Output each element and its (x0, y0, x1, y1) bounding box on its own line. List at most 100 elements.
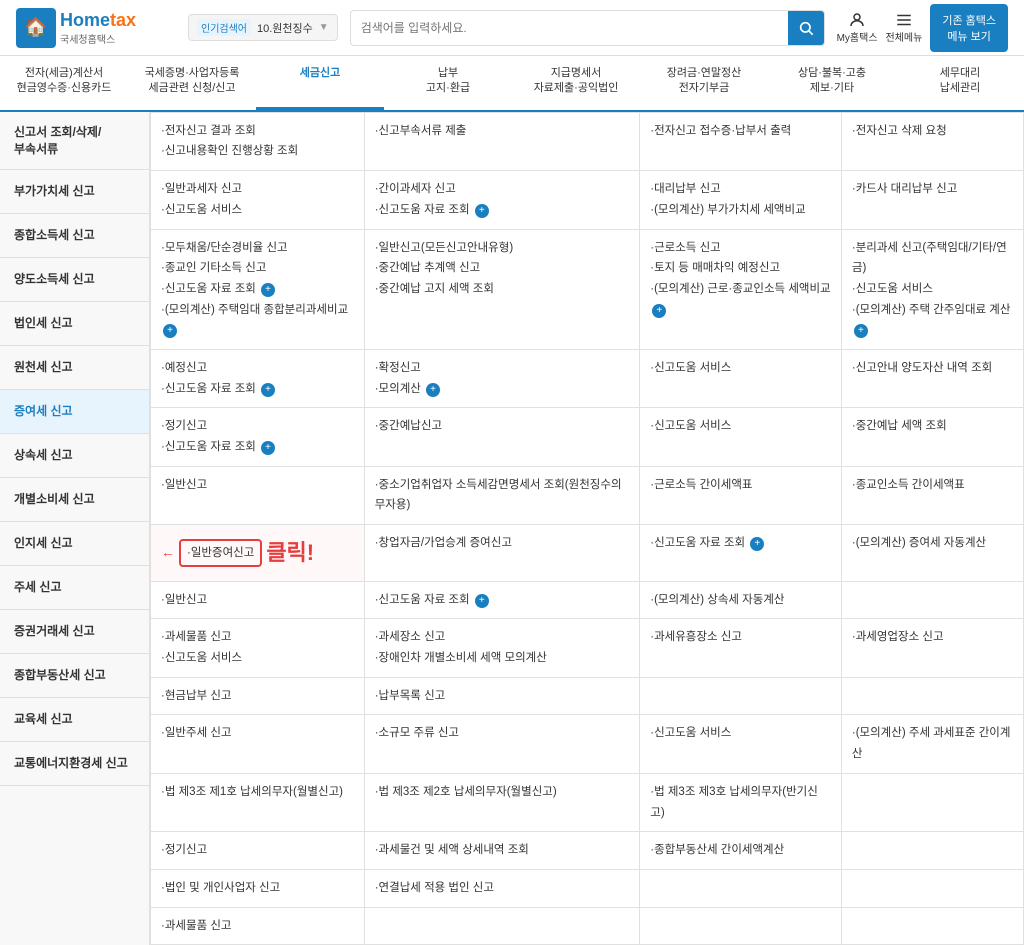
sidebar-item-transfer[interactable]: 양도소득세 신고 (0, 258, 149, 302)
link[interactable]: ·신고도움 서비스 (161, 648, 354, 669)
link[interactable]: ·법 제3조 제1호 납세의무자(월별신고) (161, 782, 354, 803)
tab-year-end[interactable]: 장려금·연말정산전자기부금 (640, 56, 768, 110)
link[interactable]: ·법인 및 개인사업자 신고 (161, 878, 354, 899)
link[interactable]: ·분리과세 신고(주택임대/기타/연금) (852, 238, 1013, 279)
link[interactable]: ·중간예납 추계액 신고 (375, 258, 630, 279)
link[interactable]: ·중간예납 고지 세액 조회 (375, 279, 630, 300)
link[interactable]: ·과세영업장소 신고 (852, 627, 1013, 648)
link[interactable]: ·일반신고(모든신고안내유형) (375, 238, 630, 259)
link[interactable]: ·종합부동산세 간이세액계산 (650, 840, 831, 861)
sidebar-item-vat[interactable]: 부가가치세 신고 (0, 170, 149, 214)
link[interactable]: ·신고도움 서비스 (161, 200, 354, 221)
plus-icon[interactable]: + (475, 594, 489, 608)
link[interactable]: ·창업자금/가업승계 증여신고 (375, 533, 630, 554)
link[interactable]: ·장애인차 개별소비세 세액 모의계산 (375, 648, 630, 669)
link[interactable]: ·신고도움 서비스 (650, 416, 831, 437)
search-input[interactable] (351, 15, 788, 41)
link[interactable]: ·토지 등 매매차익 예정신고 (650, 258, 831, 279)
link[interactable]: ·일반주세 신고 (161, 723, 354, 744)
link[interactable]: ·전자신고 접수증·납부서 출력 (650, 121, 831, 142)
link[interactable]: ·종교인소득 간이세액표 (852, 475, 1013, 496)
link[interactable]: ·근로소득 신고 (650, 238, 831, 259)
tab-agent[interactable]: 세무대리납세관리 (896, 56, 1024, 110)
sidebar-item-income[interactable]: 종합소득세 신고 (0, 214, 149, 258)
sidebar-item-real-estate[interactable]: 종합부동산세 신고 (0, 654, 149, 698)
sidebar-item-education[interactable]: 교육세 신고 (0, 698, 149, 742)
link[interactable]: ·정기신고 (161, 840, 354, 861)
plus-icon[interactable]: + (854, 324, 868, 338)
plus-icon[interactable]: + (426, 383, 440, 397)
link[interactable]: ·일반신고 (161, 590, 354, 611)
link[interactable]: ·신고도움 서비스 (650, 723, 831, 744)
full-menu-button[interactable]: 전체메뉴 (886, 11, 923, 44)
sidebar-item-securities[interactable]: 증권거래세 신고 (0, 610, 149, 654)
link[interactable]: ·과세장소 신고 (375, 627, 630, 648)
plus-icon[interactable]: + (652, 304, 666, 318)
link[interactable]: ·(모의계산) 주택임대 종합분리과세비교 + (161, 300, 354, 341)
link[interactable]: ·모두채움/단순경비율 신고 (161, 238, 354, 259)
link[interactable]: ·신고도움 자료 조회 + (375, 590, 630, 611)
link[interactable]: ·일반신고 (161, 475, 354, 496)
link[interactable]: ·연결납세 적용 법인 신고 (375, 878, 630, 899)
link[interactable]: ·간이과세자 신고 (375, 179, 630, 200)
link[interactable]: ·법 제3조 제2호 납세의무자(월별신고) (375, 782, 630, 803)
plus-icon[interactable]: + (750, 537, 764, 551)
link[interactable]: ·종교인 기타소득 신고 (161, 258, 354, 279)
link[interactable]: ·전자신고 삭제 요청 (852, 121, 1013, 142)
link[interactable]: ·(모의계산) 근로·종교인소득 세액비교 + (650, 279, 831, 320)
link[interactable]: ·중간예납 세액 조회 (852, 416, 1013, 437)
link[interactable]: ·확정신고 (375, 358, 630, 379)
search-button[interactable] (788, 11, 824, 45)
link[interactable]: ·신고부속서류 제출 (375, 121, 630, 142)
link[interactable]: ·신고도움 자료 조회 + (161, 379, 354, 400)
link[interactable]: ·(모의계산) 주세 과세표준 간이계산 (852, 723, 1013, 764)
sidebar-item-consumption[interactable]: 개별소비세 신고 (0, 478, 149, 522)
link[interactable]: ·(모의계산) 주택 간주임대료 계산 + (852, 300, 1013, 341)
link[interactable]: ·신고도움 자료 조회 + (161, 279, 354, 300)
link[interactable]: ·과세물품 신고 (161, 627, 354, 648)
plus-icon[interactable]: + (475, 204, 489, 218)
popular-search[interactable]: 인기검색어 10.원천징수 ▼ (188, 14, 338, 41)
link[interactable]: ·예정신고 (161, 358, 354, 379)
link[interactable]: ·중소기업취업자 소득세감면명세서 조회(원천징수의무자용) (375, 475, 630, 516)
classic-menu-button[interactable]: 기존 홈택스 메뉴 보기 (930, 4, 1008, 52)
plus-icon[interactable]: + (261, 441, 275, 455)
sidebar-item-stamp[interactable]: 인지세 신고 (0, 522, 149, 566)
sidebar-item-corporate[interactable]: 법인세 신고 (0, 302, 149, 346)
link[interactable]: ·과세물건 및 세액 상세내역 조회 (375, 840, 630, 861)
link[interactable]: ·대리납부 신고 (650, 179, 831, 200)
link[interactable]: ·과세물품 신고 (161, 916, 354, 937)
link[interactable]: ·모의계산 + (375, 379, 630, 400)
link[interactable]: ·근로소득 간이세액표 (650, 475, 831, 496)
link[interactable]: ·카드사 대리납부 신고 (852, 179, 1013, 200)
link[interactable]: ·(모의계산) 상속세 자동계산 (650, 590, 831, 611)
link[interactable]: ·전자신고 결과 조회 (161, 121, 354, 142)
link[interactable]: ·정기신고 (161, 416, 354, 437)
plus-icon[interactable]: + (261, 283, 275, 297)
tab-registration[interactable]: 국세증명·사업자등록세금관련 신청/신고 (128, 56, 256, 110)
link[interactable]: ·신고도움 자료 조회 + (161, 437, 354, 458)
link[interactable]: ·소규모 주류 신고 (375, 723, 630, 744)
plus-icon[interactable]: + (163, 324, 177, 338)
tab-receipts[interactable]: 전자(세금)계산서현금영수증·신용카드 (0, 56, 128, 110)
link[interactable]: ·중간예납신고 (375, 416, 630, 437)
sidebar-item-filing-manage[interactable]: 신고서 조회/삭제/부속서류 (0, 112, 149, 171)
link[interactable]: ·(모의계산) 증여세 자동계산 (852, 533, 1013, 554)
my-hometax-button[interactable]: My홈택스 (837, 11, 878, 44)
link[interactable]: ·현금납부 신고 (161, 686, 354, 707)
link[interactable]: ·신고도움 자료 조회 + (375, 200, 630, 221)
link[interactable]: ·신고안내 양도자산 내역 조회 (852, 358, 1013, 379)
sidebar-item-gift[interactable]: 증여세 신고 (0, 390, 149, 434)
link[interactable]: ·과세유흥장소 신고 (650, 627, 831, 648)
link[interactable]: ·신고도움 자료 조회 + (650, 533, 831, 554)
link[interactable]: ·납부목록 신고 (375, 686, 630, 707)
sidebar-item-traffic[interactable]: 교통에너지환경세 신고 (0, 742, 149, 786)
link[interactable]: ·신고도움 서비스 (852, 279, 1013, 300)
link[interactable]: ·신고도움 서비스 (650, 358, 831, 379)
sidebar-item-inheritance[interactable]: 상속세 신고 (0, 434, 149, 478)
chevron-down-icon[interactable]: ▼ (319, 22, 329, 33)
link[interactable]: ·일반과세자 신고 (161, 179, 354, 200)
link[interactable]: ·법 제3조 제3호 납세의무자(반기신고) (650, 782, 831, 823)
gift-general-link[interactable]: ·일반증여신고 (179, 539, 262, 568)
sidebar-item-liquor[interactable]: 주세 신고 (0, 566, 149, 610)
